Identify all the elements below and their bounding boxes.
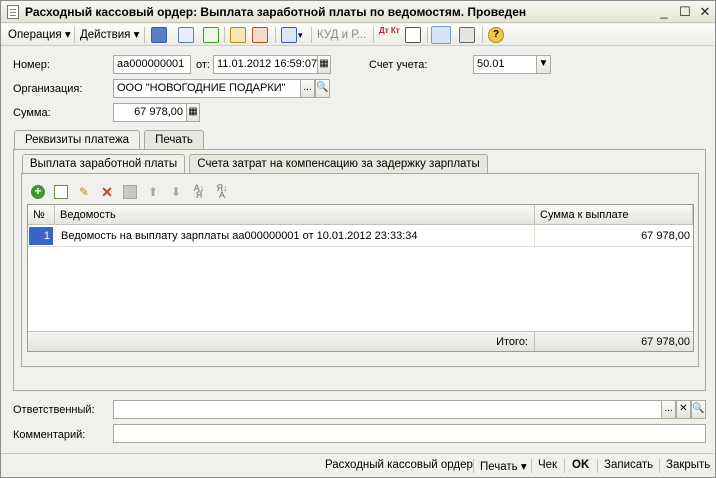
- toolbar-divider: [74, 27, 75, 43]
- command-divider: [473, 459, 474, 473]
- operation-menu[interactable]: Операция ▾: [8, 27, 71, 43]
- command-divider: [597, 459, 598, 473]
- edit-icon[interactable]: ✎: [77, 185, 91, 199]
- statement-cell[interactable]: Ведомость на выплату зарплаты аа00000000…: [61, 226, 531, 246]
- save-button[interactable]: Записать: [604, 459, 653, 471]
- post-and-close-icon[interactable]: [151, 27, 167, 43]
- move-down-icon[interactable]: ⬇: [169, 185, 183, 199]
- actions-menu-label: Действия: [80, 29, 131, 41]
- column-header-number[interactable]: №: [28, 205, 55, 225]
- clear-icon[interactable]: ✕: [676, 400, 691, 419]
- copy-row-icon[interactable]: [54, 185, 68, 199]
- select-button[interactable]: ...: [661, 400, 676, 419]
- command-bar: Расходный кассовый ордер Печать ▾ Чек OK…: [1, 453, 715, 477]
- sort-ascending-icon[interactable]: А↓ Я: [192, 184, 206, 200]
- chevron-down-icon: ▾: [133, 29, 140, 41]
- help-icon[interactable]: ?: [488, 27, 504, 43]
- window-title: Расходный кассовый ордер: Выплата зарабо…: [25, 5, 527, 19]
- amount-cell[interactable]: 67 978,00: [535, 226, 690, 246]
- print-button[interactable]: Печать ▾: [480, 459, 527, 473]
- command-divider: [659, 459, 660, 473]
- statements-table: № Ведомость Сумма к выплате 1 Ведомость …: [27, 204, 694, 352]
- unpost-icon[interactable]: [252, 27, 268, 43]
- document-icon: [7, 5, 19, 19]
- list-settings-icon[interactable]: [459, 27, 475, 43]
- date-label: от:: [196, 59, 210, 71]
- comment-field[interactable]: [113, 424, 706, 443]
- date-field[interactable]: 11.01.2012 16:59:07: [213, 55, 318, 74]
- toolbar-divider: [427, 27, 428, 43]
- number-label: Номер:: [13, 59, 50, 71]
- calculator-icon[interactable]: ▦: [186, 103, 200, 122]
- tab-salary-payment[interactable]: Выплата заработной платы: [22, 154, 185, 174]
- close-button[interactable]: ✕: [697, 4, 713, 20]
- table-row[interactable]: 1 Ведомость на выплату зарплаты аа000000…: [28, 226, 693, 246]
- ok-button[interactable]: OK: [572, 459, 589, 471]
- maximize-button[interactable]: ☐: [677, 4, 693, 20]
- refresh-icon[interactable]: [178, 27, 194, 43]
- number-field[interactable]: аа000000001: [113, 55, 191, 74]
- organization-label: Организация:: [13, 83, 83, 95]
- chevron-down-icon[interactable]: ▾: [298, 27, 303, 43]
- structure-icon[interactable]: [431, 26, 451, 44]
- account-select[interactable]: 50.01: [473, 55, 537, 74]
- tab-print[interactable]: Печать: [144, 130, 204, 149]
- sum-label: Сумма:: [13, 107, 51, 119]
- move-up-icon[interactable]: ⬆: [146, 185, 160, 199]
- account-label: Счет учета:: [369, 59, 428, 71]
- sort-descending-icon[interactable]: Я↓ А: [215, 184, 229, 200]
- tab-compensation-accounts[interactable]: Счета затрат на компенсацию за задержку …: [189, 154, 488, 173]
- column-header-statement[interactable]: Ведомость: [55, 205, 535, 225]
- actions-menu[interactable]: Действия ▾: [80, 27, 139, 43]
- chevron-down-icon: ▾: [520, 461, 527, 473]
- command-divider: [531, 459, 532, 473]
- chevron-down-icon: ▾: [64, 29, 71, 41]
- comment-label: Комментарий:: [13, 429, 86, 441]
- row-number: 1: [29, 227, 53, 245]
- toolbar-divider: [144, 27, 145, 43]
- document-window: Расходный кассовый ордер: Выплата зарабо…: [0, 0, 716, 478]
- chevron-down-icon[interactable]: ▼: [536, 55, 551, 74]
- responsible-field[interactable]: [113, 400, 662, 419]
- total-label: Итого:: [28, 331, 535, 351]
- toolbar: Операция ▾ Действия ▾ ▾ КУД и Р... Дт Кт…: [1, 24, 715, 46]
- search-icon[interactable]: 🔍: [691, 400, 706, 419]
- toolbar-divider: [482, 27, 483, 43]
- total-value: 67 978,00: [535, 331, 693, 351]
- responsible-label: Ответственный:: [13, 404, 95, 416]
- search-icon[interactable]: 🔍: [315, 79, 330, 98]
- print-button-label: Печать: [480, 461, 518, 473]
- kud-button[interactable]: КУД и Р...: [317, 27, 366, 43]
- calendar-icon[interactable]: ▦: [317, 55, 331, 74]
- sum-field[interactable]: 67 978,00: [113, 103, 187, 122]
- close-form-button[interactable]: Закрыть: [666, 459, 710, 471]
- toolbar-divider: [311, 27, 312, 43]
- dtkt-icon[interactable]: Дт Кт: [379, 27, 400, 43]
- row-divider: [28, 246, 693, 247]
- copy-icon[interactable]: [203, 27, 219, 43]
- end-edit-icon[interactable]: [123, 185, 137, 199]
- toolbar-divider: [373, 27, 374, 43]
- check-button[interactable]: Чек: [538, 459, 557, 471]
- doc-name-button[interactable]: Расходный кассовый ордер: [325, 459, 473, 471]
- select-button[interactable]: ...: [300, 79, 315, 98]
- report-icon[interactable]: [405, 27, 421, 43]
- post-icon[interactable]: [230, 27, 246, 43]
- operation-menu-label: Операция: [8, 29, 62, 41]
- toolbar-divider: [224, 27, 225, 43]
- command-divider: [564, 459, 565, 473]
- minimize-button[interactable]: _: [656, 4, 672, 20]
- delete-icon[interactable]: ✕: [100, 185, 114, 199]
- column-header-amount[interactable]: Сумма к выплате: [535, 205, 693, 225]
- tab-payment-details[interactable]: Реквизиты платежа: [14, 130, 140, 150]
- add-row-icon[interactable]: +: [31, 185, 45, 199]
- organization-field[interactable]: ООО "НОВОГОДНИЕ ПОДАРКИ": [113, 79, 301, 98]
- toolbar-divider: [275, 27, 276, 43]
- enter-on-basis-icon[interactable]: [281, 27, 297, 43]
- title-bar: Расходный кассовый ордер: Выплата зарабо…: [1, 1, 715, 23]
